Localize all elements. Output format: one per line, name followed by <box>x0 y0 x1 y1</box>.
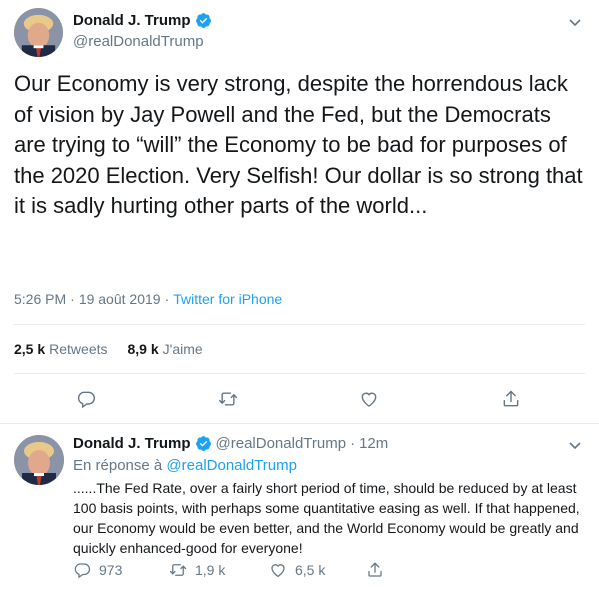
tweet-text: Our Economy is very strong, despite the … <box>14 71 583 218</box>
divider <box>14 373 585 374</box>
replying-prefix: En réponse à <box>73 457 163 474</box>
author-display-name[interactable]: Donald J. Trump <box>73 12 191 29</box>
tweet-time-ago[interactable]: 12m <box>359 435 388 452</box>
reply-button[interactable]: 973 <box>73 561 169 579</box>
retweet-icon[interactable] <box>218 389 238 409</box>
avatar-photo-icon <box>14 8 63 57</box>
replying-to-mention[interactable]: @realDonaldTrump <box>166 457 297 474</box>
reply-actions: 973 1,9 k 6,5 k <box>73 561 392 579</box>
reply-author-row: Donald J. Trump @realDonaldTrump · 12m <box>73 435 388 452</box>
author-avatar[interactable] <box>14 8 63 57</box>
likes-count: 8,9 k <box>127 341 159 357</box>
reply-tweet[interactable]: Donald J. Trump @realDonaldTrump · 12m E… <box>0 425 599 590</box>
tweet-stats: 2,5 k Retweets 8,9 k J'aime <box>14 341 223 357</box>
author-handle[interactable]: @realDonaldTrump <box>216 435 347 452</box>
chevron-down-icon[interactable] <box>568 438 582 450</box>
author-handle[interactable]: @realDonaldTrump <box>73 33 204 50</box>
replying-to: En réponse à @realDonaldTrump <box>73 457 297 474</box>
meta-separator: · <box>350 435 356 452</box>
share-icon <box>368 562 382 577</box>
tweet-date[interactable]: 19 août 2019 <box>79 291 161 307</box>
share-icon[interactable] <box>501 389 521 409</box>
retweets-count: 1,9 k <box>195 562 226 578</box>
retweets-stat[interactable]: 2,5 k Retweets <box>14 341 108 357</box>
author-name-row: Donald J. Trump <box>73 12 212 29</box>
main-tweet: Donald J. Trump @realDonaldTrump Our Eco… <box>0 0 599 424</box>
avatar-photo-icon <box>14 435 64 485</box>
like-icon <box>271 564 285 578</box>
retweets-count: 2,5 k <box>14 341 46 357</box>
chevron-down-icon[interactable] <box>568 15 582 27</box>
replies-count: 973 <box>99 562 123 578</box>
reply-icon[interactable] <box>76 389 96 409</box>
retweet-icon <box>169 564 187 576</box>
meta-separator: · <box>70 291 75 307</box>
retweet-button[interactable]: 1,9 k <box>169 561 269 579</box>
likes-label: J'aime <box>162 341 203 357</box>
reply-icon <box>74 563 91 579</box>
tweet-time[interactable]: 5:26 PM <box>14 291 66 307</box>
meta-separator: · <box>164 291 170 307</box>
share-button[interactable] <box>366 561 392 579</box>
verified-badge-icon <box>195 435 212 452</box>
like-icon[interactable] <box>359 389 379 409</box>
reply-tweet-text: ......The Fed Rate, over a fairly short … <box>73 480 580 556</box>
verified-badge-icon <box>195 12 212 29</box>
tweet-source-link[interactable]: Twitter for iPhone <box>173 291 282 307</box>
retweets-label: Retweets <box>49 341 108 357</box>
author-avatar[interactable] <box>14 435 64 485</box>
likes-stat[interactable]: 8,9 k J'aime <box>128 341 203 357</box>
divider <box>14 324 585 325</box>
tweet-meta: 5:26 PM · 19 août 2019 · Twitter for iPh… <box>14 291 282 307</box>
like-button[interactable]: 6,5 k <box>269 561 366 579</box>
author-display-name[interactable]: Donald J. Trump <box>73 435 191 452</box>
likes-count: 6,5 k <box>295 562 326 578</box>
